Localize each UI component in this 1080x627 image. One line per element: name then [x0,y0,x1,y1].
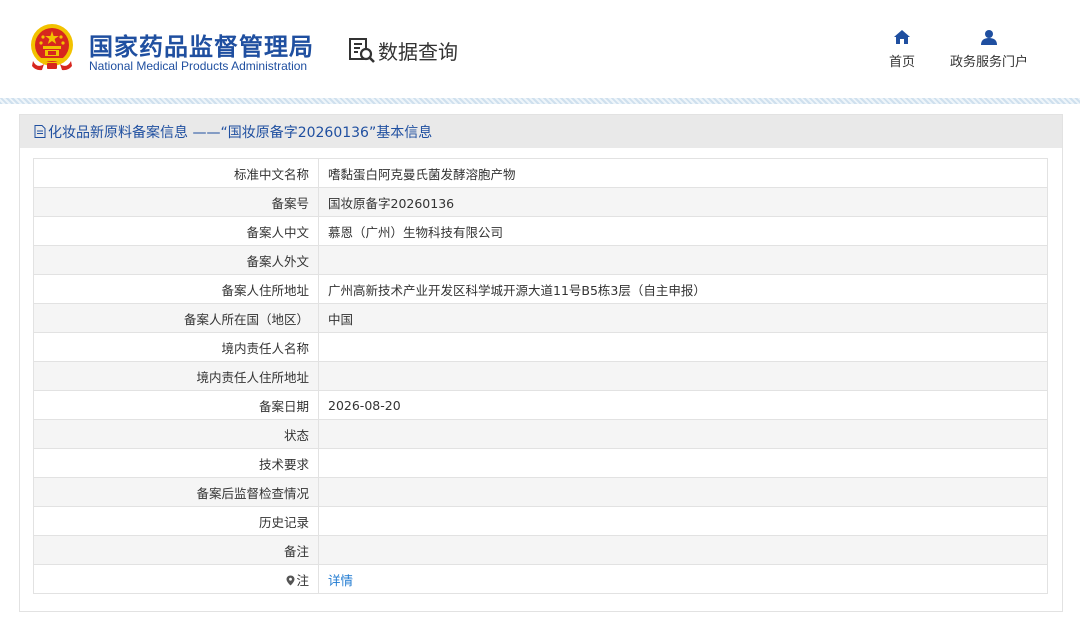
document-icon [34,125,46,138]
table-row: 备案人所在国（地区） 中国 [33,303,1048,333]
record-panel: 化妆品新原料备案信息 ——“国妆原备字20260136”基本信息 标准中文名称 … [19,114,1063,612]
table-row: 备案日期 2026-08-20 [33,390,1048,420]
row-label: 技术要求 [33,448,319,478]
national-emblem-icon[interactable] [29,23,75,73]
record-info-table: 标准中文名称 嗜黏蛋白阿克曼氏菌发酵溶胞产物 备案号 国妆原备字20260136… [33,158,1048,594]
row-value [318,361,1048,391]
row-value [318,535,1048,565]
table-row: 状态 [33,419,1048,449]
location-pin-icon [286,575,295,585]
table-row: 技术要求 [33,448,1048,478]
row-value [318,245,1048,275]
row-label: 注 [296,572,309,588]
row-label: 备案人所在国（地区） [33,303,319,333]
table-row: 备案号 国妆原备字20260136 [33,187,1048,217]
org-name-en[interactable]: National Medical Products Administration [89,59,307,73]
data-query-label: 数据查询 [378,39,458,64]
row-label: 状态 [33,419,319,449]
row-value: 2026-08-20 [318,390,1048,420]
note-label-cell: 注 [33,564,319,594]
row-label: 备案号 [33,187,319,217]
table-row: 标准中文名称 嗜黏蛋白阿克曼氏菌发酵溶胞产物 [33,158,1048,188]
nav-service-portal[interactable]: 政务服务门户 [948,29,1030,70]
table-row: 境内责任人住所地址 [33,361,1048,391]
table-row: 备注 [33,535,1048,565]
row-value: 中国 [318,303,1048,333]
row-label: 境内责任人住所地址 [33,361,319,391]
nav-portal-label[interactable]: 政务服务门户 [950,55,1028,70]
row-label: 备案日期 [33,390,319,420]
panel-title: 化妆品新原料备案信息 ——“国妆原备字20260136”基本信息 [48,124,433,141]
home-icon [894,30,910,44]
data-query-icon [349,38,375,63]
row-value: 慕恩（广州）生物科技有限公司 [318,216,1048,246]
nav-home[interactable]: 首页 [884,29,920,70]
row-value: 嗜黏蛋白阿克曼氏菌发酵溶胞产物 [318,158,1048,188]
row-label: 备案人中文 [33,216,319,246]
row-label: 备案人外文 [33,245,319,275]
row-value [318,332,1048,362]
panel-header: 化妆品新原料备案信息 ——“国妆原备字20260136”基本信息 [20,115,1062,148]
nav-home-label[interactable]: 首页 [889,55,915,70]
row-label: 备注 [33,535,319,565]
header-divider [0,98,1080,104]
table-row: 备案人住所地址 广州高新技术产业开发区科学城开源大道11号B5栋3层（自主申报） [33,274,1048,304]
row-value: 国妆原备字20260136 [318,187,1048,217]
row-label: 备案人住所地址 [33,274,319,304]
data-query-title: 数据查询 [348,35,458,65]
table-row: 备案人外文 [33,245,1048,275]
table-row: 备案后监督检查情况 [33,477,1048,507]
details-link[interactable]: 详情 [328,573,353,588]
site-header: 国家药品监督管理局 National Medical Products Admi… [0,0,1080,98]
row-value: 广州高新技术产业开发区科学城开源大道11号B5栋3层（自主申报） [318,274,1048,304]
row-label: 历史记录 [33,506,319,536]
row-value [318,419,1048,449]
row-value [318,448,1048,478]
row-value [318,477,1048,507]
row-label: 境内责任人名称 [33,332,319,362]
table-row: 境内责任人名称 [33,332,1048,362]
table-row: 历史记录 [33,506,1048,536]
table-row: 备案人中文 慕恩（广州）生物科技有限公司 [33,216,1048,246]
org-name-cn[interactable]: 国家药品监督管理局 [89,27,314,62]
row-label: 标准中文名称 [33,158,319,188]
row-value: 详情 [318,564,1048,594]
user-icon [981,30,997,45]
row-value [318,506,1048,536]
table-row: 注 详情 [33,564,1048,594]
row-label: 备案后监督检查情况 [33,477,319,507]
